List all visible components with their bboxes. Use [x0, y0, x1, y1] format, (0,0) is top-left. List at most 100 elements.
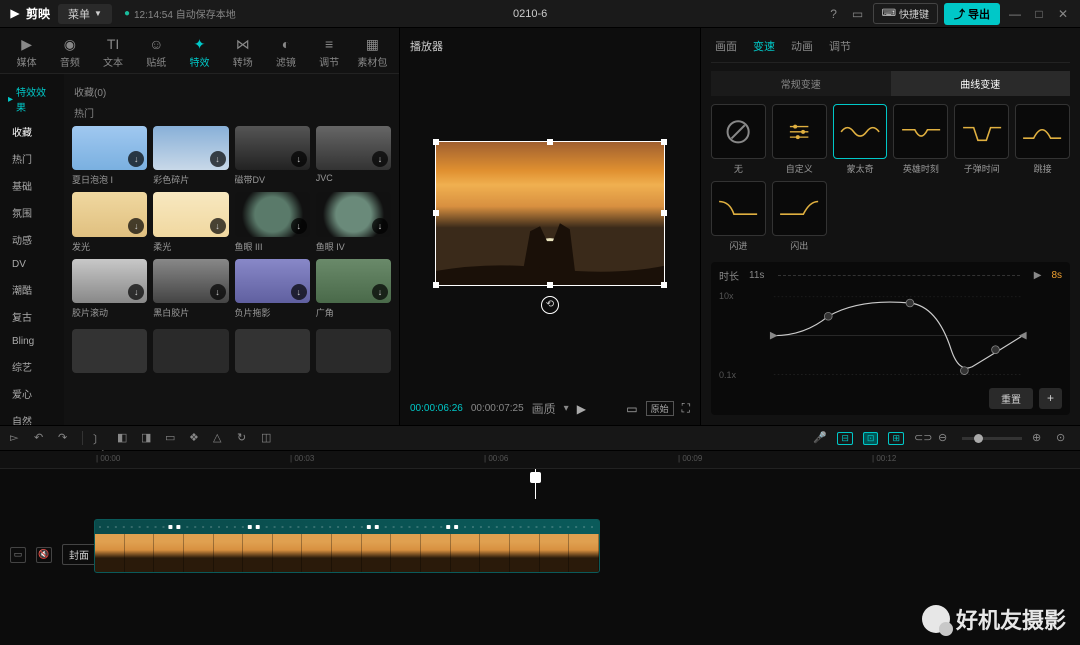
tab-transition[interactable]: ⋈转场 — [222, 32, 263, 73]
player-canvas[interactable]: ⟲ — [410, 60, 690, 394]
tab-adjust[interactable]: ≡调节 — [309, 32, 350, 73]
effect-card[interactable]: ↓磁带DV — [235, 126, 310, 186]
cat-hot[interactable]: 热门 — [0, 145, 64, 172]
mirror-icon[interactable]: △ — [213, 431, 227, 445]
preset-flash-out[interactable]: 闪出 — [772, 181, 827, 252]
tab-filter[interactable]: ◐滤镜 — [265, 32, 306, 73]
zoom-slider[interactable] — [962, 437, 1022, 440]
download-icon[interactable]: ↓ — [291, 218, 307, 234]
tab-media[interactable]: ▶媒体 — [6, 32, 47, 73]
tab-materials[interactable]: ▦素材包 — [352, 32, 393, 73]
cat-favorites[interactable]: 收藏 — [0, 118, 64, 145]
snap-mode-1[interactable]: ⊟ — [837, 432, 853, 445]
reset-button[interactable]: 重置 — [989, 388, 1033, 409]
effect-card[interactable]: ↓鱼眼 III — [235, 192, 310, 252]
subtab-curve-speed[interactable]: 曲线变速 — [891, 71, 1071, 96]
zoom-fit-icon[interactable]: ⊙ — [1056, 431, 1070, 445]
magnet-icon[interactable]: ⊂⊃ — [914, 431, 928, 445]
cat-heart[interactable]: 爱心 — [0, 380, 64, 407]
freeze-icon[interactable]: ❖ — [189, 431, 203, 445]
delete-right-icon[interactable]: ◨ — [141, 431, 155, 445]
mic-icon[interactable]: 🎤 — [813, 431, 827, 445]
fullscreen-icon[interactable]: ⛶ — [682, 401, 690, 416]
preset-flash-in[interactable]: 闪进 — [711, 181, 766, 252]
download-icon[interactable]: ↓ — [210, 218, 226, 234]
rtab-picture[interactable]: 画面 — [715, 36, 737, 56]
cat-variety[interactable]: 综艺 — [0, 353, 64, 380]
timeline-ruler[interactable]: | 00:00 | 00:03 | 00:06 | 00:09 | 00:12 — [0, 451, 1080, 469]
effect-card[interactable]: ↓负片拖影 — [235, 259, 310, 319]
preset-montage[interactable]: 蒙太奇 — [833, 104, 888, 175]
tab-effects[interactable]: ✦特效 — [179, 32, 220, 73]
rotate-icon[interactable]: ↻ — [237, 431, 251, 445]
effect-card[interactable] — [316, 329, 391, 373]
cat-trendy[interactable]: 潮酷 — [0, 276, 64, 303]
menu-button[interactable]: 菜单▼ — [58, 4, 112, 24]
effect-card[interactable] — [153, 329, 228, 373]
effect-card[interactable]: ↓夏日泡泡 I — [72, 126, 147, 186]
effect-card[interactable]: ↓彩色碎片 — [153, 126, 228, 186]
effect-card[interactable]: ↓鱼眼 IV — [316, 192, 391, 252]
preset-hero[interactable]: 英雄时刻 — [893, 104, 948, 175]
add-point-button[interactable]: + — [1039, 388, 1062, 409]
help-icon[interactable]: ? — [825, 7, 843, 21]
close-button[interactable]: ✕ — [1054, 7, 1072, 21]
select-tool[interactable]: ▻ — [10, 431, 24, 445]
layout-icon[interactable]: ▭ — [849, 7, 867, 21]
snap-mode-3[interactable]: ⊞ — [888, 432, 904, 445]
tab-text[interactable]: TI文本 — [92, 32, 133, 73]
rotate-handle[interactable]: ⟲ — [541, 296, 559, 314]
video-clip[interactable] — [94, 519, 600, 573]
track-lock-icon[interactable]: ▭ — [10, 547, 26, 563]
play-button[interactable]: ▶ — [577, 402, 586, 416]
preset-none[interactable]: 无 — [711, 104, 766, 175]
download-icon[interactable]: ↓ — [291, 284, 307, 300]
effect-card[interactable]: ↓柔光 — [153, 192, 228, 252]
tab-sticker[interactable]: ☺贴纸 — [136, 32, 177, 73]
redo-icon[interactable]: ↷ — [58, 431, 72, 445]
crop-icon[interactable]: ◫ — [261, 431, 275, 445]
download-icon[interactable]: ↓ — [210, 284, 226, 300]
rtab-adjust[interactable]: 调节 — [829, 36, 851, 56]
export-button[interactable]: ⤴ 导出 — [944, 3, 1000, 25]
cat-dynamic[interactable]: 动感 — [0, 226, 64, 253]
delete-icon[interactable]: ▭ — [165, 431, 179, 445]
download-icon[interactable]: ↓ — [372, 151, 388, 167]
delete-left-icon[interactable]: ◧ — [117, 431, 131, 445]
shortcuts-button[interactable]: ⌨ 快捷键 — [873, 3, 938, 24]
effect-card[interactable]: ↓广角 — [316, 259, 391, 319]
download-icon[interactable]: ↓ — [372, 284, 388, 300]
playhead[interactable] — [535, 469, 536, 499]
ratio-button[interactable]: 原始 — [646, 401, 674, 416]
cat-ambience[interactable]: 氛围 — [0, 199, 64, 226]
split-icon[interactable]: 〕〔 — [93, 431, 107, 445]
cat-dv[interactable]: DV — [0, 253, 64, 276]
cat-retro[interactable]: 复古 — [0, 303, 64, 330]
quality-button[interactable]: 画质 — [532, 400, 556, 417]
preset-bullet[interactable]: 子弹时间 — [954, 104, 1009, 175]
download-icon[interactable]: ↓ — [291, 151, 307, 167]
subtab-normal-speed[interactable]: 常规变速 — [711, 71, 891, 96]
effect-card[interactable] — [72, 329, 147, 373]
preset-custom[interactable]: 自定义 — [772, 104, 827, 175]
cat-basic[interactable]: 基础 — [0, 172, 64, 199]
effect-card[interactable]: ↓JVC — [316, 126, 391, 186]
minimize-button[interactable]: — — [1006, 7, 1024, 21]
maximize-button[interactable]: □ — [1030, 7, 1048, 21]
undo-icon[interactable]: ↶ — [34, 431, 48, 445]
download-icon[interactable]: ↓ — [128, 218, 144, 234]
snap-mode-2[interactable]: ⊡ — [863, 432, 879, 445]
track-mute-icon[interactable]: 🔇 — [36, 547, 52, 563]
cat-bling[interactable]: Bling — [0, 330, 64, 353]
effect-card[interactable] — [235, 329, 310, 373]
download-icon[interactable]: ↓ — [372, 218, 388, 234]
tab-audio[interactable]: ◉音频 — [49, 32, 90, 73]
rtab-animation[interactable]: 动画 — [791, 36, 813, 56]
download-icon[interactable]: ↓ — [210, 151, 226, 167]
effect-card[interactable]: ↓发光 — [72, 192, 147, 252]
compare-icon[interactable]: ▭ — [626, 402, 637, 416]
download-icon[interactable]: ↓ — [128, 284, 144, 300]
preset-jump[interactable]: 跳接 — [1015, 104, 1070, 175]
zoom-out-icon[interactable]: ⊖ — [938, 431, 952, 445]
effect-card[interactable]: ↓黑白胶片 — [153, 259, 228, 319]
